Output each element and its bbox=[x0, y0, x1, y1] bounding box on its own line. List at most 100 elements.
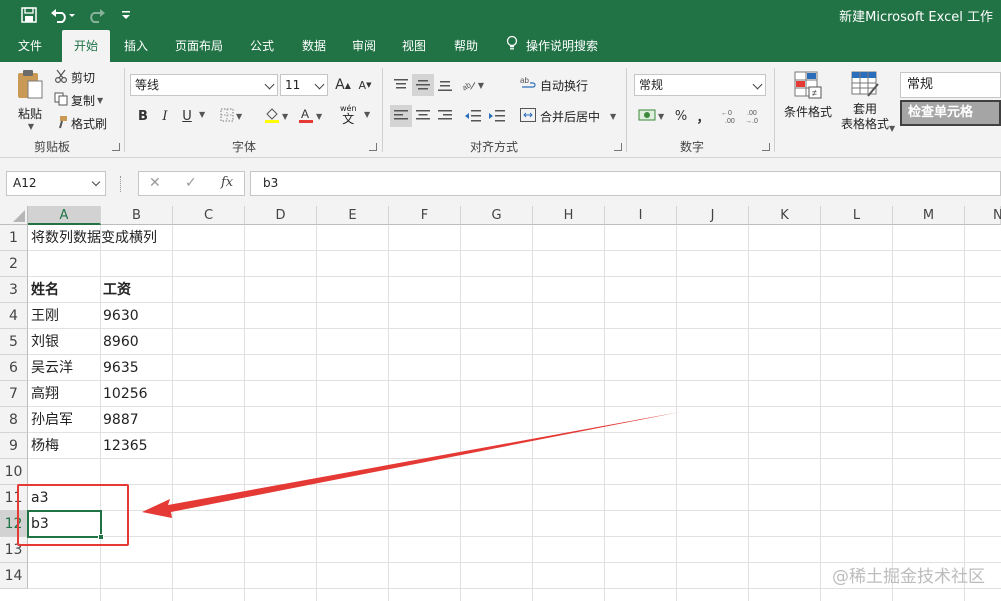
font-color-icon: A bbox=[298, 107, 314, 126]
tab-insert[interactable]: 插入 bbox=[114, 30, 158, 62]
tab-page-layout[interactable]: 页面布局 bbox=[166, 30, 232, 62]
italic-button[interactable]: I bbox=[154, 105, 176, 127]
tab-home[interactable]: 开始 bbox=[62, 30, 110, 62]
conditional-formatting-label: 条件格式 bbox=[783, 105, 832, 119]
wrap-text-button[interactable]: ab 自动换行 bbox=[520, 76, 588, 94]
shrink-font-label: A bbox=[358, 78, 367, 92]
accounting-format-button[interactable]: ▼ bbox=[638, 108, 664, 125]
comma-button[interactable]: ， bbox=[692, 105, 714, 127]
paste-dropdown-arrow: ▼ bbox=[27, 122, 35, 131]
style-check-cell[interactable]: 检查单元格 bbox=[900, 100, 1001, 126]
wrap-text-icon: ab bbox=[520, 76, 536, 95]
alignment-launcher-icon[interactable] bbox=[614, 143, 622, 151]
borders-icon bbox=[220, 108, 234, 125]
decrease-decimal-icon[interactable]: .00 →.0 bbox=[744, 105, 766, 127]
insert-function-icon[interactable]: fx bbox=[221, 175, 233, 190]
paintbrush-icon bbox=[54, 115, 68, 132]
chevron-down-icon bbox=[264, 79, 275, 90]
tab-review[interactable]: 审阅 bbox=[342, 30, 386, 62]
underline-button[interactable]: U bbox=[176, 105, 198, 127]
lightbulb-icon bbox=[506, 31, 518, 63]
font-color-button[interactable]: A ▼ bbox=[298, 107, 322, 126]
format-as-table-dropdown[interactable]: ▼ bbox=[887, 124, 895, 133]
font-size-combo[interactable]: 11 bbox=[280, 74, 328, 96]
increase-indent-icon[interactable] bbox=[486, 105, 508, 127]
worksheet-grid[interactable]: A B C D E F G H I J K L M N 1 2 3 4 5 6 … bbox=[0, 206, 1001, 601]
ribbon-tabs: 文件 开始 插入 页面布局 公式 数据 审阅 视图 帮助 操作说明搜索 bbox=[0, 30, 1001, 62]
redo-icon[interactable] bbox=[84, 5, 114, 25]
svg-text:ab: ab bbox=[520, 76, 529, 85]
name-box[interactable]: A12 bbox=[6, 171, 106, 196]
phonetic-dropdown[interactable]: ▼ bbox=[362, 110, 370, 119]
align-right-icon[interactable] bbox=[434, 105, 456, 127]
bold-button[interactable]: B bbox=[132, 105, 154, 127]
tab-file[interactable]: 文件 bbox=[8, 30, 52, 62]
align-top-icon[interactable] bbox=[390, 74, 412, 96]
wrap-text-label: 自动换行 bbox=[540, 78, 589, 93]
fill-color-dropdown-arrow: ▼ bbox=[282, 112, 289, 121]
save-icon[interactable] bbox=[18, 5, 40, 25]
alignment-group-label: 对齐方式 bbox=[470, 140, 519, 154]
decrease-indent-icon[interactable] bbox=[462, 105, 484, 127]
borders-dropdown-arrow: ▼ bbox=[236, 112, 243, 121]
number-format-combo[interactable]: 常规 bbox=[634, 74, 766, 96]
title-bar: 新建Microsoft Excel 工作 bbox=[0, 0, 1001, 30]
copy-icon bbox=[54, 92, 68, 109]
enter-icon[interactable]: ✓ bbox=[185, 175, 197, 191]
currency-icon bbox=[638, 108, 656, 125]
tab-formulas[interactable]: 公式 bbox=[240, 30, 284, 62]
shrink-font-button[interactable]: A ▼ bbox=[354, 74, 376, 96]
tab-data[interactable]: 数据 bbox=[292, 30, 336, 62]
format-as-table-button[interactable]: 套用 表格格式 bbox=[836, 70, 894, 132]
cancel-icon[interactable]: ✕ bbox=[149, 175, 161, 191]
orientation-dropdown-arrow: ▼ bbox=[477, 80, 484, 90]
chevron-down-icon bbox=[314, 79, 325, 90]
undo-icon[interactable] bbox=[48, 5, 78, 25]
clipboard-launcher-icon[interactable] bbox=[112, 143, 120, 151]
align-middle-icon[interactable] bbox=[412, 74, 434, 96]
tab-view[interactable]: 视图 bbox=[392, 30, 436, 62]
window-title: 新建Microsoft Excel 工作 bbox=[839, 10, 993, 25]
phonetic-dropdown-arrow: ▼ bbox=[364, 110, 371, 119]
svg-text:ab: ab bbox=[462, 80, 472, 92]
formula-bar-grip bbox=[120, 176, 122, 192]
increase-decimal-icon[interactable]: ←0.00 bbox=[720, 105, 742, 127]
number-launcher-icon[interactable] bbox=[762, 143, 770, 151]
borders-button[interactable]: ▼ bbox=[220, 108, 242, 125]
accounting-dropdown-arrow: ▼ bbox=[658, 112, 665, 121]
phonetic-button[interactable]: wén 文 bbox=[340, 104, 357, 126]
copy-button[interactable]: 复制 ▼ bbox=[54, 91, 103, 109]
merge-center-button[interactable]: 合并后居中 ▼ bbox=[520, 107, 616, 125]
underline-dropdown[interactable]: ▼ bbox=[197, 110, 205, 119]
grow-font-button[interactable]: A ▲ bbox=[332, 74, 354, 96]
orientation-icon[interactable]: ab ▼ bbox=[462, 74, 484, 96]
formula-bar: A12 ✕ ✓ fx b3 bbox=[0, 158, 1001, 206]
tell-me-search[interactable]: 操作说明搜索 bbox=[506, 30, 598, 62]
style-normal[interactable]: 常规 bbox=[900, 72, 1001, 98]
format-as-table-label2: 表格格式 bbox=[840, 117, 889, 131]
underline-dropdown-arrow: ▼ bbox=[199, 110, 206, 119]
percent-button[interactable]: % bbox=[670, 105, 692, 127]
font-name-combo[interactable]: 等线 bbox=[130, 74, 278, 96]
phonetic-char: 文 bbox=[342, 112, 355, 126]
tab-help[interactable]: 帮助 bbox=[444, 30, 488, 62]
align-bottom-icon[interactable] bbox=[434, 74, 456, 96]
scissors-icon bbox=[54, 69, 68, 86]
conditional-formatting-button[interactable]: ≠ 条件格式 bbox=[782, 70, 834, 120]
font-size-value: 11 bbox=[285, 78, 301, 92]
fill-color-button[interactable]: ▼ bbox=[264, 107, 288, 126]
cut-button[interactable]: 剪切 bbox=[54, 68, 95, 86]
ribbon-separator bbox=[626, 68, 627, 152]
align-center-icon[interactable] bbox=[412, 105, 434, 127]
font-launcher-icon[interactable] bbox=[369, 143, 377, 151]
paste-button[interactable]: 粘贴 ▼ bbox=[12, 68, 48, 134]
align-left-icon[interactable] bbox=[390, 105, 412, 127]
svg-text:.00: .00 bbox=[725, 118, 735, 124]
formula-input[interactable]: b3 bbox=[250, 171, 1001, 196]
svg-text:→.0: →.0 bbox=[745, 118, 758, 124]
tell-me-label: 操作说明搜索 bbox=[526, 39, 599, 53]
conditional-formatting-icon: ≠ bbox=[793, 70, 823, 103]
format-painter-button[interactable]: 格式刷 bbox=[54, 114, 107, 132]
copy-dropdown-arrow: ▼ bbox=[97, 95, 104, 105]
customize-qat-icon[interactable] bbox=[118, 5, 134, 25]
